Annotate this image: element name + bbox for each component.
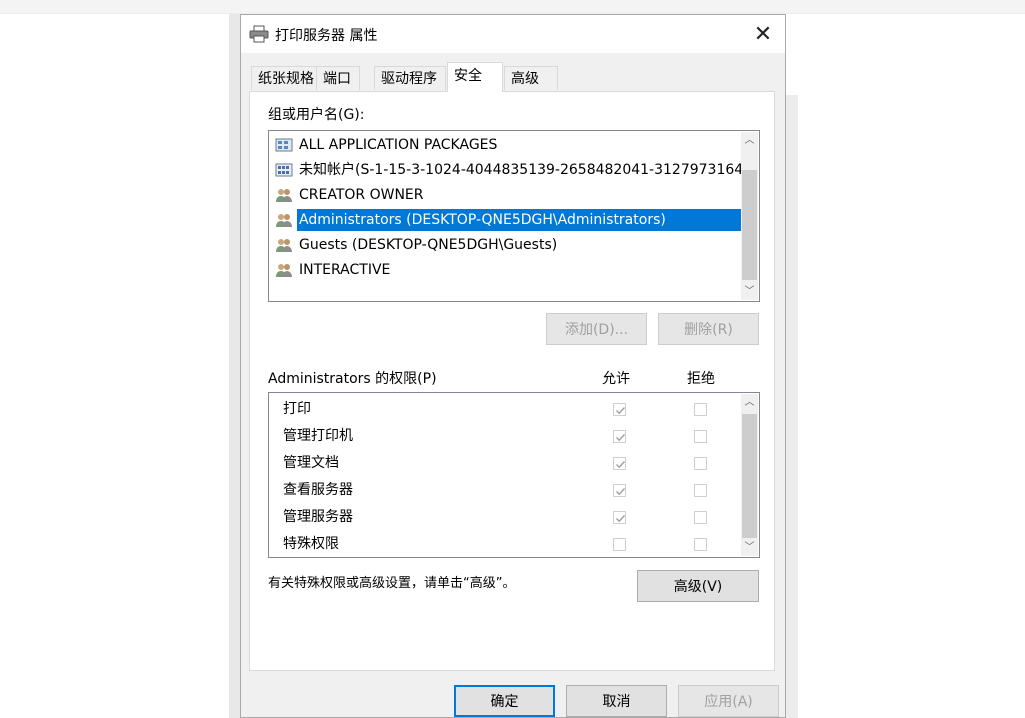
tab-ports[interactable]: 端口 [316, 66, 360, 90]
list-item[interactable]: INTERACTIVE [275, 259, 392, 281]
deny-column-header: 拒绝 [687, 371, 715, 387]
check-icon [616, 461, 626, 469]
permissions-list[interactable]: ︿ ﹀ 打印管理打印机管理文档查看服务器管理服务器特殊权限 [268, 392, 760, 558]
scroll-up-icon[interactable]: ︿ [741, 132, 758, 149]
deny-checkbox[interactable] [694, 484, 707, 497]
allow-column-header: 允许 [602, 371, 630, 387]
users-group-icon [275, 237, 293, 253]
scroll-thumb[interactable] [742, 414, 757, 538]
permission-name: 管理文档 [283, 455, 339, 471]
list-item-selected[interactable]: Administrators (DESKTOP-QNE5DGH\Administ… [275, 209, 744, 231]
title-bar[interactable]: 打印服务器 属性 ✕ [241, 15, 785, 53]
allow-checkbox[interactable] [613, 511, 626, 524]
users-group-icon [275, 212, 293, 228]
permissions-label: Administrators 的权限(P) [268, 371, 437, 387]
deny-checkbox[interactable] [694, 403, 707, 416]
scroll-down-icon[interactable]: ﹀ [741, 539, 758, 556]
user-name: INTERACTIVE [299, 262, 391, 278]
tab-advanced[interactable]: 高级 [504, 66, 558, 90]
close-icon: ✕ [753, 21, 773, 47]
scroll-thumb[interactable] [742, 170, 757, 280]
advanced-hint-text: 有关特殊权限或高级设置，请单击“高级”。 [268, 576, 516, 591]
scroll-down-icon[interactable]: ﹀ [741, 283, 758, 300]
user-name: CREATOR OWNER [299, 187, 424, 203]
advanced-button[interactable]: 高级(V) [637, 570, 759, 602]
close-button[interactable]: ✕ [741, 15, 785, 53]
user-list-scrollbar[interactable]: ︿ ﹀ [741, 132, 758, 300]
user-name: Administrators (DESKTOP-QNE5DGH\Administ… [297, 209, 744, 231]
users-group-icon [275, 187, 293, 203]
permission-name: 特殊权限 [283, 536, 339, 552]
users-group-icon [275, 262, 293, 278]
tab-security[interactable]: 安全 [447, 62, 503, 92]
permission-name: 管理打印机 [283, 428, 353, 444]
security-tab-panel: 组或用户名(G): ALL APPLICATION PACKAGES 未知帐户(… [249, 91, 775, 671]
permission-name: 打印 [283, 401, 311, 417]
add-button[interactable]: 添加(D)... [546, 313, 647, 345]
ok-button[interactable]: 确定 [454, 685, 555, 717]
permission-name: 管理服务器 [283, 509, 353, 525]
tab-drivers[interactable]: 驱动程序 [374, 66, 446, 90]
permissions-scrollbar[interactable]: ︿ ﹀ [741, 394, 758, 556]
allow-checkbox[interactable] [613, 538, 626, 551]
allow-checkbox[interactable] [613, 457, 626, 470]
package-group-icon [275, 137, 293, 153]
background-page-top [0, 0, 1025, 14]
apply-button[interactable]: 应用(A) [678, 685, 779, 717]
list-item[interactable]: 未知帐户(S-1-15-3-1024-4044835139-2658482041… [275, 159, 759, 181]
unknown-account-icon [275, 162, 293, 178]
permission-name: 查看服务器 [283, 482, 353, 498]
user-list[interactable]: ALL APPLICATION PACKAGES 未知帐户(S-1-15-3-1… [268, 130, 760, 302]
scroll-up-icon[interactable]: ︿ [741, 394, 758, 411]
user-name: ALL APPLICATION PACKAGES [299, 137, 498, 153]
background-window-edge-right [786, 95, 798, 718]
user-name: 未知帐户(S-1-15-3-1024-4044835139-2658482041… [299, 162, 757, 178]
tab-paper-sizes[interactable]: 纸张规格 [251, 66, 317, 90]
dialog-title: 打印服务器 属性 [275, 28, 378, 44]
deny-checkbox[interactable] [694, 430, 707, 443]
cancel-button[interactable]: 取消 [566, 685, 667, 717]
remove-button[interactable]: 删除(R) [658, 313, 759, 345]
check-icon [616, 407, 626, 415]
deny-checkbox[interactable] [694, 457, 707, 470]
user-name: Guests (DESKTOP-QNE5DGH\Guests) [299, 237, 558, 253]
check-icon [616, 434, 626, 442]
allow-checkbox[interactable] [613, 484, 626, 497]
print-server-properties-dialog: 打印服务器 属性 ✕ 纸张规格 端口 驱动程序 安全 高级 组或用户名(G): … [240, 14, 786, 718]
group-or-user-label: 组或用户名(G): [268, 107, 365, 123]
printer-icon [249, 25, 269, 43]
list-item[interactable]: CREATOR OWNER [275, 184, 426, 206]
list-item[interactable]: Guests (DESKTOP-QNE5DGH\Guests) [275, 234, 559, 256]
allow-checkbox[interactable] [613, 430, 626, 443]
check-icon [616, 488, 626, 496]
allow-checkbox[interactable] [613, 403, 626, 416]
check-icon [616, 515, 626, 523]
deny-checkbox[interactable] [694, 511, 707, 524]
deny-checkbox[interactable] [694, 538, 707, 551]
list-item[interactable]: ALL APPLICATION PACKAGES [275, 134, 499, 156]
